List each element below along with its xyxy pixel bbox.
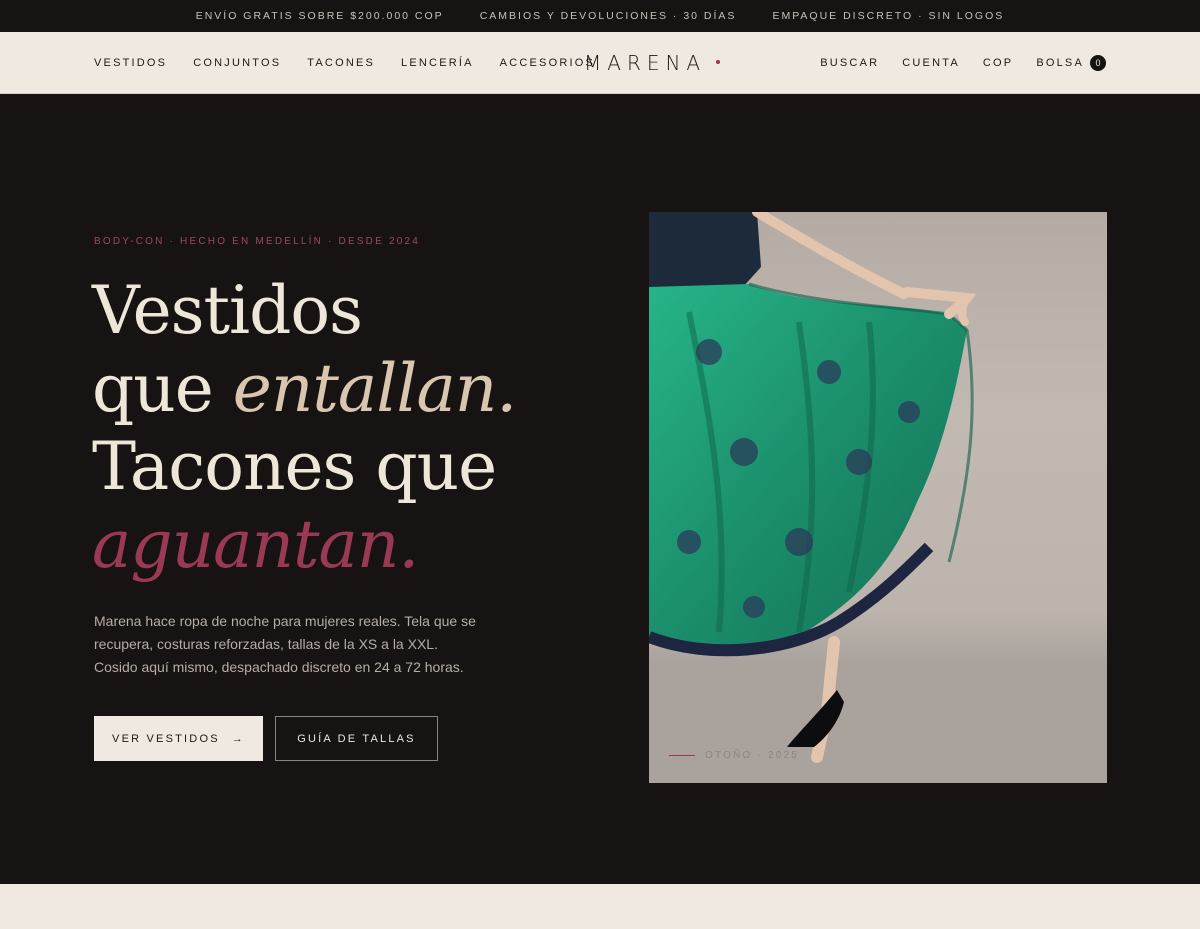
brand-logo[interactable]: MARENA bbox=[584, 32, 721, 94]
hero-cta-group: VER VESTIDOS → GUÍA DE TALLAS bbox=[94, 716, 438, 761]
bag-label: BOLSA bbox=[1036, 57, 1084, 69]
announcement-bar: ENVÍO GRATIS SOBRE $200.000 COP CAMBIOS … bbox=[0, 0, 1200, 32]
guia-tallas-button[interactable]: GUÍA DE TALLAS bbox=[275, 716, 438, 761]
headline-line-1: Vestidos bbox=[92, 272, 363, 349]
dress-illustration bbox=[649, 212, 1107, 783]
nav-utilities: BUSCAR CUENTA COP BOLSA 0 bbox=[820, 32, 1106, 94]
hero-description: Marena hace ropa de noche para mujeres r… bbox=[94, 613, 476, 675]
next-section bbox=[0, 884, 1200, 929]
caption-text: OTOÑO · 2025 bbox=[705, 750, 800, 761]
bag-link[interactable]: BOLSA 0 bbox=[1036, 55, 1106, 71]
nav-vestidos[interactable]: VESTIDOS bbox=[94, 57, 167, 69]
hero-section: BODY-CON · HECHO EN MEDELLÍN · DESDE 202… bbox=[0, 94, 1200, 884]
announcement-shipping: ENVÍO GRATIS SOBRE $200.000 COP bbox=[195, 10, 444, 22]
account-link[interactable]: CUENTA bbox=[902, 57, 960, 69]
announcement-returns: CAMBIOS Y DEVOLUCIONES · 30 DÍAS bbox=[479, 10, 737, 22]
headline-line-3: Tacones que bbox=[92, 428, 497, 505]
ver-vestidos-label: VER VESTIDOS bbox=[112, 732, 220, 745]
headline-line-2a: que bbox=[92, 350, 233, 427]
arrow-right-icon: → bbox=[231, 732, 245, 745]
hero-headline: Vestidos que entallan. Tacones que aguan… bbox=[92, 272, 517, 584]
currency-selector[interactable]: COP bbox=[983, 57, 1013, 69]
headline-line-4: aguantan. bbox=[92, 506, 419, 583]
hero-eyebrow: BODY-CON · HECHO EN MEDELLÍN · DESDE 202… bbox=[94, 236, 421, 247]
main-nav: VESTIDOS CONJUNTOS TACONES LENCERÍA ACCE… bbox=[0, 32, 1200, 94]
nav-tacones[interactable]: TACONES bbox=[307, 57, 375, 69]
bag-count-badge: 0 bbox=[1090, 55, 1106, 71]
photo-caption: OTOÑO · 2025 bbox=[669, 750, 799, 761]
ver-vestidos-button[interactable]: VER VESTIDOS → bbox=[94, 716, 263, 761]
headline-line-2b: entallan. bbox=[232, 350, 517, 427]
nav-conjuntos[interactable]: CONJUNTOS bbox=[193, 57, 281, 69]
announcement-packaging: EMPAQUE DISCRETO · SIN LOGOS bbox=[772, 10, 1005, 22]
brand-logo-text: MARENA bbox=[584, 51, 707, 75]
nav-accesorios[interactable]: ACCESORIOS bbox=[500, 57, 595, 69]
brand-dot bbox=[716, 60, 721, 64]
hero-photo: OTOÑO · 2025 bbox=[649, 212, 1107, 783]
caption-divider bbox=[669, 755, 695, 756]
nav-lenceria[interactable]: LENCERÍA bbox=[401, 57, 474, 69]
nav-categories: VESTIDOS CONJUNTOS TACONES LENCERÍA ACCE… bbox=[94, 32, 595, 94]
search-link[interactable]: BUSCAR bbox=[820, 57, 879, 69]
